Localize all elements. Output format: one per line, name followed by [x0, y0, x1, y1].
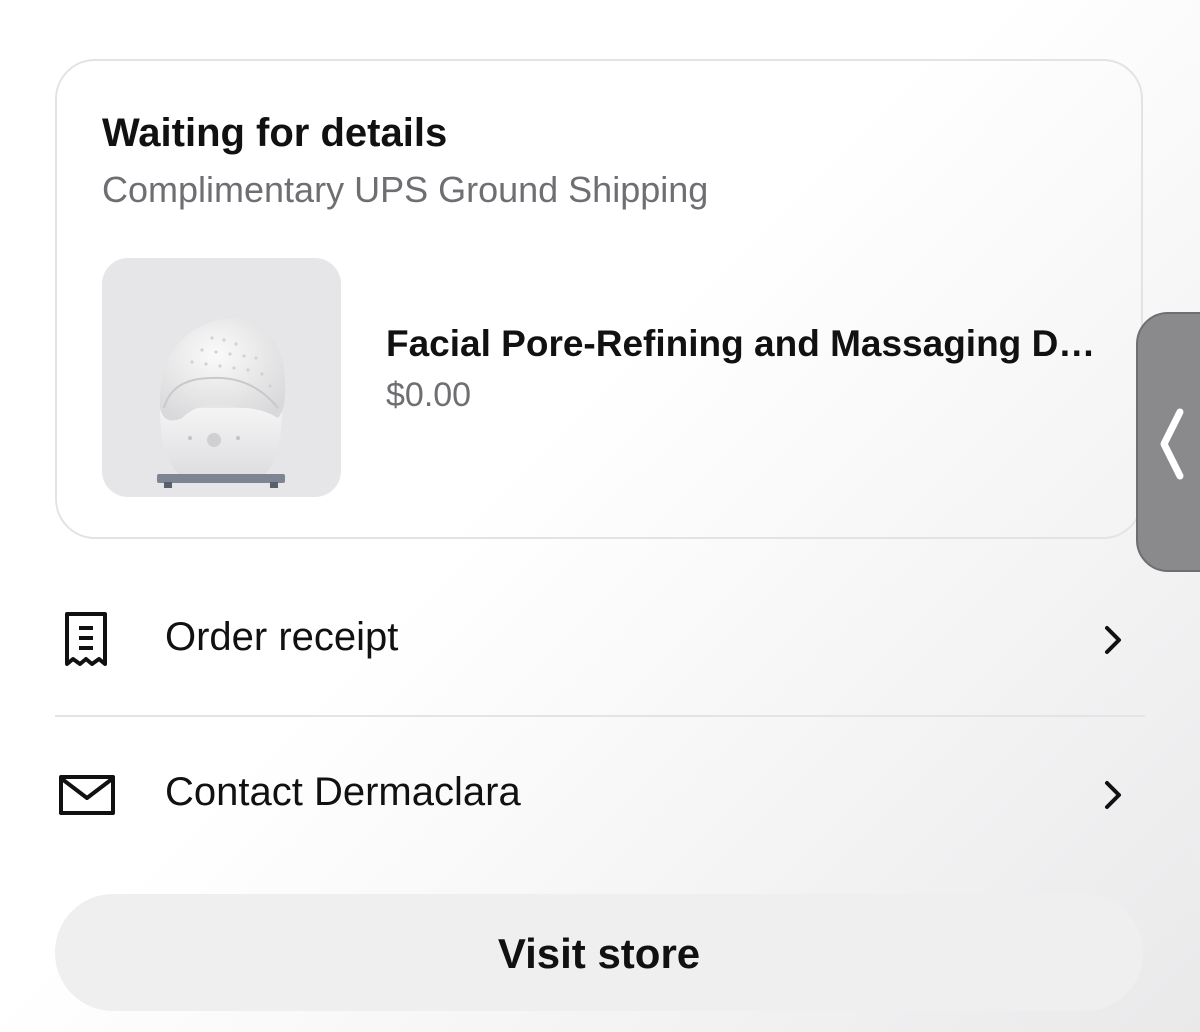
contact-merchant-label: Contact Dermaclara [165, 770, 521, 814]
visit-store-button[interactable]: Visit store [55, 894, 1143, 1011]
shipping-method: Complimentary UPS Ground Shipping [102, 169, 709, 210]
receipt-icon [55, 610, 119, 670]
row-divider [55, 715, 1145, 717]
order-status-card: Waiting for details Complimentary UPS Gr… [55, 59, 1143, 539]
chevron-right-icon [1101, 623, 1125, 657]
chevron-left-icon [1160, 408, 1184, 480]
order-receipt-label: Order receipt [165, 615, 399, 659]
side-pull-tab[interactable] [1136, 312, 1200, 572]
product-image[interactable] [102, 258, 341, 497]
contact-merchant-row[interactable]: Contact Dermaclara [55, 740, 1145, 850]
order-receipt-row[interactable]: Order receipt [55, 585, 1145, 695]
chevron-right-icon [1101, 778, 1125, 812]
order-status-title: Waiting for details [102, 111, 448, 155]
mail-icon [55, 765, 119, 825]
product-name[interactable]: Facial Pore-Refining and Massaging D… [386, 323, 1095, 365]
product-price: $0.00 [386, 376, 472, 414]
